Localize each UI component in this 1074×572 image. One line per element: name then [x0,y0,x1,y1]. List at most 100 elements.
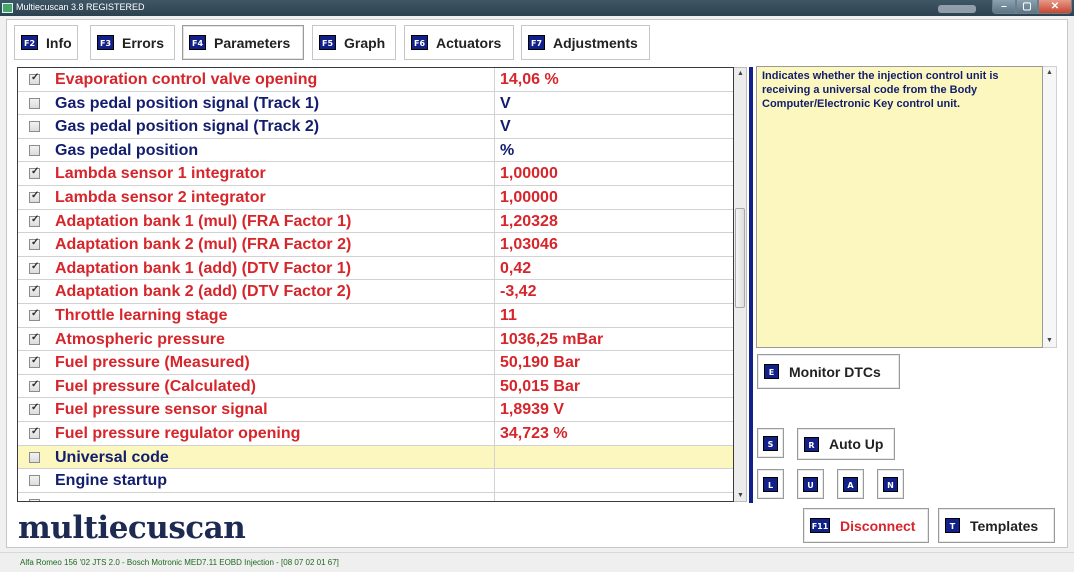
tab-errors[interactable]: F3 Errors [90,25,175,60]
parameter-checkbox[interactable] [29,237,40,251]
parameter-row[interactable]: Gas pedal position signal (Track 2) V [18,115,733,139]
parameter-row[interactable]: Adaptation bank 1 (add) (DTV Factor 1) 0,… [18,256,733,281]
parameter-checkbox[interactable] [29,402,40,416]
tab-label: Adjustments [553,34,638,51]
column-divider [494,91,495,115]
maximize-icon: ▢ [1022,1,1032,12]
parameter-row[interactable]: Fuel pressure (Measured) 50,190 Bar [18,351,733,375]
column-divider [494,209,495,233]
parameter-checkbox[interactable] [29,332,40,345]
scroll-up-icon[interactable]: ▲ [737,70,744,77]
parameter-checkbox[interactable] [29,308,40,321]
parameter-row[interactable]: Lambda sensor 2 integrator 1,00000 [18,186,733,210]
parameter-row[interactable]: Gas pedal position signal (Track 1) V [18,91,733,116]
tab-graph[interactable]: F5 Graph [312,25,396,60]
l-button[interactable]: L [757,469,784,499]
app-icon [2,3,13,13]
key-badge: F6 [411,35,428,50]
parameter-row[interactable]: Atmospheric pressure 1036,25 mBar [18,327,733,352]
scroll-thumb[interactable] [735,208,745,308]
parameter-value: 11 [500,307,517,324]
parameter-row[interactable]: Throttle learning stage 11 [18,304,733,328]
parameter-value: 14,06 % [500,71,559,88]
auto-up-button[interactable]: R Auto Up [797,428,895,460]
s-button[interactable]: S [757,428,784,458]
parameter-checkbox[interactable] [29,144,40,156]
parameter-checkbox[interactable] [29,72,40,85]
parameter-checkbox[interactable] [29,451,40,463]
tab-label: Parameters [214,34,291,51]
parameter-checkbox[interactable] [29,214,40,227]
a-button[interactable]: A [837,469,864,499]
parameter-list[interactable]: Evaporation control valve opening 14,06 %… [17,67,734,502]
parameter-row[interactable]: Evaporation control valve opening 14,06 % [18,68,733,92]
parameter-name: Adaptation bank 1 (mul) (FRA Factor 1) [55,212,352,230]
parameter-row[interactable]: Fuel pressure (Calculated) 50,015 Bar [18,374,733,399]
tab-actuators[interactable]: F6 Actuators [404,25,514,60]
scroll-down-icon[interactable]: ▼ [1046,337,1053,344]
parameter-row[interactable] [18,492,733,501]
column-divider [494,469,495,492]
description-scrollbar[interactable]: ▲ ▼ [1043,66,1057,348]
panel-splitter[interactable] [749,67,753,503]
tab-label: Actuators [436,34,502,51]
parameter-checkbox[interactable] [29,379,40,392]
parameter-name: Evaporation control valve opening [55,71,318,88]
parameter-row[interactable]: Fuel pressure sensor signal 1,8939 V [18,398,733,422]
scroll-up-icon[interactable]: ▲ [1046,69,1053,76]
n-button[interactable]: N [877,469,904,499]
tab-parameters[interactable]: F4 Parameters [182,25,304,60]
button-label: Disconnect [840,517,916,534]
templates-button[interactable]: T Templates [938,508,1055,543]
parameter-row[interactable]: Adaptation bank 2 (mul) (FRA Factor 2) 1,… [18,233,733,257]
parameter-checkbox[interactable] [29,261,40,274]
parameter-value: 1,20328 [500,212,558,230]
scroll-down-icon[interactable]: ▼ [737,492,744,499]
parameter-row[interactable]: Gas pedal position% [18,138,733,163]
u-button[interactable]: U [797,469,824,499]
key-badge: N [883,476,898,492]
parameter-checkbox[interactable] [29,166,40,180]
parameter-checkbox[interactable] [29,426,40,439]
minimize-button[interactable]: – [992,0,1016,14]
parameter-checkbox[interactable] [29,190,40,203]
parameter-name: Universal code [55,448,169,466]
tab-adjustments[interactable]: F7 Adjustments [521,25,650,60]
parameter-list-scrollbar[interactable]: ▲ ▼ [734,67,747,502]
parameter-row[interactable]: Universal code [18,445,733,470]
parameter-row[interactable]: Adaptation bank 2 (add) (DTV Factor 2) -3… [18,280,733,304]
status-bar: Alfa Romeo 156 '02 JTS 2.0 - Bosch Motro… [0,552,1074,572]
column-divider [494,422,495,445]
key-badge: E [764,364,779,379]
window-title: Multiecuscan 3.8 REGISTERED [16,2,145,12]
parameter-row[interactable]: Fuel pressure regulator opening 34,723 % [18,422,733,446]
column-divider [494,351,495,374]
column-divider [494,256,495,280]
parameter-name: Adaptation bank 2 (add) (DTV Factor 2) [55,283,352,301]
tab-info[interactable]: F2 Info [14,25,78,60]
button-label: Monitor DTCs [789,363,881,380]
parameter-row[interactable]: Lambda sensor 1 integrator 1,00000 [18,162,733,186]
parameter-checkbox[interactable] [29,355,40,369]
parameter-row[interactable]: Adaptation bank 1 (mul) (FRA Factor 1) 1,… [18,209,733,234]
parameter-name: Lambda sensor 2 integrator [55,189,266,206]
parameter-checkbox[interactable] [29,475,40,487]
parameter-name: Fuel pressure (Measured) [55,354,250,372]
parameter-checkbox[interactable] [29,97,40,109]
parameter-name: Gas pedal position signal (Track 1) [55,94,320,112]
parameter-value: 0,42 [500,259,532,277]
column-divider [494,162,495,185]
column-divider [494,304,495,327]
parameter-checkbox[interactable] [29,284,40,298]
parameter-checkbox[interactable] [29,498,40,501]
key-badge: T [945,518,960,533]
monitor-dtcs-button[interactable]: E Monitor DTCs [757,354,900,389]
parameter-value: 1,03046 [500,236,558,254]
maximize-button[interactable]: ▢ [1016,0,1038,14]
parameter-checkbox[interactable] [29,121,40,133]
parameter-row[interactable]: Engine startup [18,469,733,493]
close-button[interactable]: ✕ [1038,0,1072,14]
parameter-value: 1,8939 V [500,401,565,419]
disconnect-button[interactable]: F11 Disconnect [803,508,929,543]
column-divider [494,398,495,421]
